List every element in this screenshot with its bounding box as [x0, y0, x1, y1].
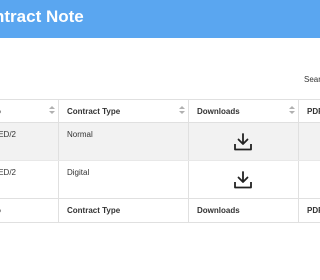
cell-contract-type-text: Digital [67, 168, 90, 177]
column-header-id[interactable]: o [0, 100, 58, 122]
cell-downloads [188, 161, 298, 198]
page-header: ntract Note [0, 0, 320, 38]
cell-contract-type-text: Normal [67, 130, 93, 139]
table-row: IED/2 Digital [0, 161, 320, 199]
footer-label: Contract Type [67, 206, 121, 215]
footer-cell-downloads: Downloads [188, 199, 298, 223]
column-header-label: Downloads [197, 107, 240, 116]
cell-downloads [188, 123, 298, 160]
table-header-row: o Contract Type Downloads PDF [0, 100, 320, 123]
cell-pdf [298, 123, 320, 160]
download-icon[interactable] [233, 133, 253, 151]
cell-contract-type: Digital [58, 161, 188, 198]
column-header-label: o [0, 107, 1, 116]
column-header-pdf[interactable]: PDF [298, 100, 320, 122]
column-header-label: Contract Type [67, 107, 121, 116]
sort-icon[interactable] [179, 106, 185, 116]
footer-label: Downloads [197, 206, 240, 215]
footer-label: PDF [307, 206, 320, 215]
column-header-label: PDF [307, 107, 320, 116]
cell-id: IED/2 [0, 161, 58, 198]
column-header-downloads[interactable]: Downloads [188, 100, 298, 122]
sort-icon[interactable] [289, 106, 295, 116]
footer-label: o [0, 206, 1, 215]
footer-cell-contract-type: Contract Type [58, 199, 188, 223]
search-label: Sear [304, 75, 320, 84]
column-header-contract-type[interactable]: Contract Type [58, 100, 188, 122]
footer-cell-pdf: PDF [298, 199, 320, 223]
table-row: IED/2 Normal [0, 123, 320, 161]
contract-notes-table: o Contract Type Downloads PDF IED/2 Norm… [0, 99, 320, 223]
page-title: ntract Note [0, 7, 84, 26]
cell-contract-type: Normal [58, 123, 188, 160]
cell-id-text: IED/2 [0, 168, 17, 177]
sort-icon[interactable] [49, 106, 55, 116]
cell-id: IED/2 [0, 123, 58, 160]
table-footer-row: o Contract Type Downloads PDF [0, 199, 320, 223]
footer-cell-id: o [0, 199, 58, 223]
download-icon[interactable] [233, 171, 253, 189]
cell-pdf [298, 161, 320, 198]
cell-id-text: IED/2 [0, 130, 17, 139]
